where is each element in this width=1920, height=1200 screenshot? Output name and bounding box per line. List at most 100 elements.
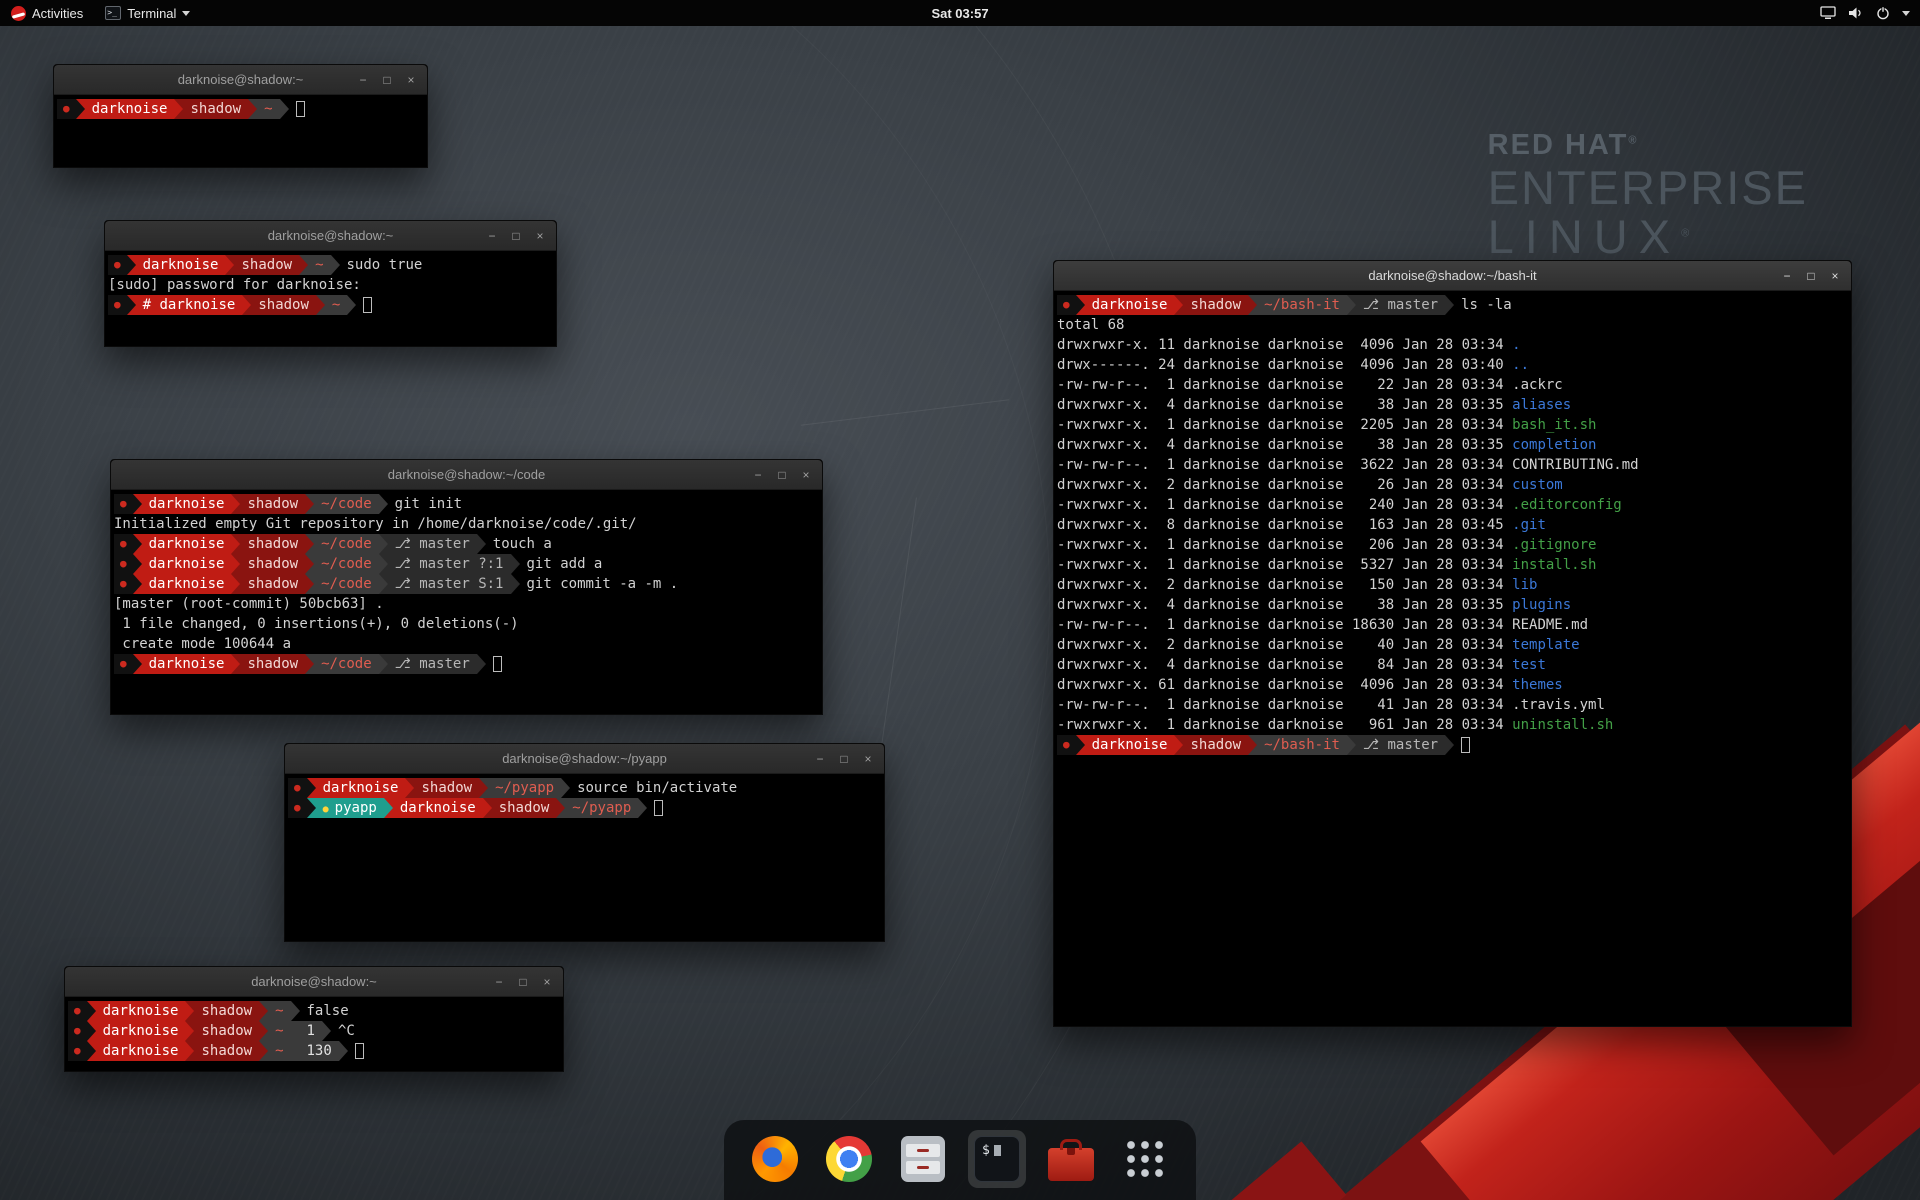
powerline-separator [1174,295,1183,315]
executable-name: install.sh [1512,555,1596,575]
window-titlebar[interactable]: darknoise@shadow:~/code − □ × [111,460,822,490]
minimize-button[interactable]: − [352,69,374,91]
clock[interactable]: Sat 03:57 [931,6,988,21]
output-line: create mode 100644 a [114,634,819,654]
prompt-segment-host: shadow [240,654,305,674]
powerline-separator [133,574,142,594]
output-text: README.md [1512,615,1588,635]
activities-button[interactable]: Activities [0,0,94,26]
output-text: Initialized empty Git repository in /hom… [114,514,637,534]
prompt-segment-user: darknoise [1085,295,1175,315]
powerline-separator [307,798,316,818]
firefox-icon[interactable] [746,1130,804,1188]
maximize-button[interactable]: □ [512,971,534,993]
powerline-separator [231,654,240,674]
prompt-line: ●darknoiseshadow~/code⎇ master S:1git co… [114,574,819,594]
minimize-button[interactable]: − [1776,265,1798,287]
output-line: -rwxrwxr-x. 1 darknoise darknoise 5327 J… [1057,555,1848,575]
prompt-segment-host: shadow [240,574,305,594]
redhat-icon [11,6,26,21]
terminal-icon[interactable] [968,1130,1026,1188]
minimize-button[interactable]: − [481,225,503,247]
close-button[interactable]: × [857,748,879,770]
powerline-separator [242,295,251,315]
output-text: drwxrwxr-x. 2 darknoise darknoise 40 Jan… [1057,635,1512,655]
powerline-separator [305,654,314,674]
window-title: darknoise@shadow:~ [268,228,394,243]
output-line: -rw-rw-r--. 1 darknoise darknoise 22 Jan… [1057,375,1848,395]
prompt-segment-git: ⎇ master [388,654,477,674]
prompt-segment-path: ~/code [314,534,379,554]
redhat-prompt-icon: ● [114,554,133,574]
output-text: drwxrwxr-x. 2 darknoise darknoise 26 Jan… [1057,475,1512,495]
maximize-button[interactable]: □ [505,225,527,247]
terminal-content[interactable]: ●darknoiseshadow~false●darknoiseshadow~1… [65,997,563,1065]
powerline-separator [87,1021,96,1041]
prompt-segment-path: ~ [308,255,330,275]
output-text: drwx------. 24 darknoise darknoise 4096 … [1057,355,1512,375]
window-titlebar[interactable]: darknoise@shadow:~ − □ × [54,65,427,95]
prompt-segment-git: ⎇ master [1356,735,1445,755]
terminal-cursor [1461,737,1470,753]
window-titlebar[interactable]: darknoise@shadow:~ − □ × [105,221,556,251]
prompt-segment-host: shadow [251,295,316,315]
window-titlebar[interactable]: darknoise@shadow:~/bash-it − □ × [1054,261,1851,291]
command-text: git add a [520,554,603,574]
prompt-line: ●darknoiseshadow~/bash-it⎇ master [1057,735,1848,755]
output-text: drwxrwxr-x. 8 darknoise darknoise 163 Ja… [1057,515,1512,535]
powerline-separator [127,255,136,275]
redhat-prompt-icon: ● [114,654,133,674]
directory-name: completion [1512,435,1596,455]
rhel-logo-linux: LINUX® [1488,213,1808,262]
powerline-separator [305,494,314,514]
prompt-segment-user: darknoise [393,798,483,818]
close-button[interactable]: × [795,464,817,486]
powerline-separator [1347,295,1356,315]
output-text: drwxrwxr-x. 2 darknoise darknoise 150 Ja… [1057,575,1512,595]
window-titlebar[interactable]: darknoise@shadow:~ − □ × [65,967,563,997]
output-text: -rwxrwxr-x. 1 darknoise darknoise 2205 J… [1057,415,1512,435]
output-text: -rw-rw-r--. 1 darknoise darknoise 18630 … [1057,615,1512,635]
chrome-glyph [826,1136,872,1182]
powerline-separator [638,798,647,818]
prompt-segment-path: ~ [268,1001,290,1021]
close-button[interactable]: × [1824,265,1846,287]
redhat-prompt-icon: ● [288,798,307,818]
terminal-content[interactable]: ●darknoiseshadow~ [54,95,427,123]
terminal-content[interactable]: ●darknoiseshadow~sudo true[sudo] passwor… [105,251,556,319]
window-titlebar[interactable]: darknoise@shadow:~/pyapp − □ × [285,744,884,774]
toolbox-icon[interactable] [1042,1130,1100,1188]
powerline-separator [291,1041,300,1061]
maximize-button[interactable]: □ [833,748,855,770]
maximize-button[interactable]: □ [1800,265,1822,287]
terminal-window-active: darknoise@shadow:~/bash-it − □ × ●darkno… [1053,260,1852,1027]
powerline-separator [307,778,316,798]
close-button[interactable]: × [400,69,422,91]
powerline-separator [1347,735,1356,755]
output-line: -rw-rw-r--. 1 darknoise darknoise 41 Jan… [1057,695,1848,715]
rhel-logo-enterprise: ENTERPRISE [1488,164,1808,213]
app-menu-button[interactable]: Terminal [94,0,201,26]
minimize-button[interactable]: − [747,464,769,486]
output-text: -rw-rw-r--. 1 darknoise darknoise 41 Jan… [1057,695,1512,715]
prompt-line: ●darknoiseshadow~/pyappsource bin/activa… [288,778,881,798]
system-tray[interactable] [1820,0,1920,26]
close-button[interactable]: × [536,971,558,993]
close-button[interactable]: × [529,225,551,247]
terminal-content[interactable]: ●darknoiseshadow~/pyappsource bin/activa… [285,774,884,822]
terminal-content[interactable]: ●darknoiseshadow~/bash-it⎇ masterls -lat… [1054,291,1851,759]
dock [724,1120,1196,1200]
redhat-prompt-icon: ● [108,255,127,275]
directory-name: test [1512,655,1546,675]
app-grid-icon[interactable] [1116,1130,1174,1188]
chrome-icon[interactable] [820,1130,878,1188]
redhat-prompt-icon: ● [114,494,133,514]
maximize-button[interactable]: □ [376,69,398,91]
files-icon[interactable] [894,1130,952,1188]
minimize-button[interactable]: − [809,748,831,770]
terminal-content[interactable]: ●darknoiseshadow~/codegit initInitialize… [111,490,822,678]
maximize-button[interactable]: □ [771,464,793,486]
prompt-segment-host: shadow [234,255,299,275]
minimize-button[interactable]: − [488,971,510,993]
powerline-separator [305,534,314,554]
